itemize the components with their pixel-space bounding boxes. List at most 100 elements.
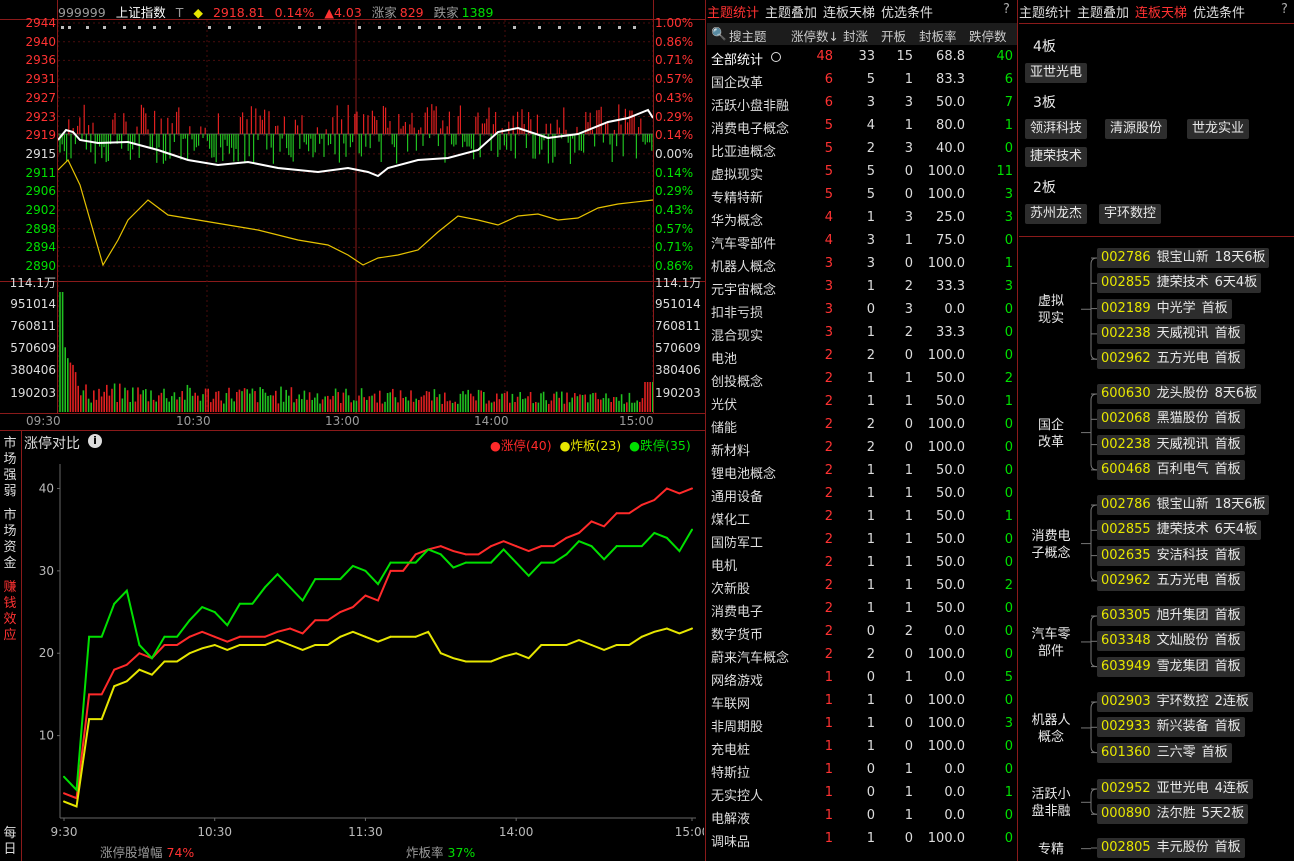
ladder-item[interactable]: 002786 银宝山新 18天6板 xyxy=(1097,495,1270,515)
ladder-stock-tag[interactable]: 世龙实业 xyxy=(1187,119,1250,139)
ladder-item[interactable]: 002903 宇环数控 2连板 xyxy=(1097,692,1253,712)
theme-row[interactable]: 消费电子概念 5 4 1 80.0 1 xyxy=(707,115,1017,138)
theme-row[interactable]: 数字货币 2 0 2 0.0 0 xyxy=(707,621,1017,644)
theme-row[interactable]: 车联网 1 1 0 100.0 0 xyxy=(707,690,1017,713)
theme-row[interactable]: 光伏 2 1 1 50.0 1 xyxy=(707,391,1017,414)
tab-theme-stats[interactable]: 主题统计 xyxy=(707,6,759,21)
ladder-stock-tag[interactable]: 宇环数控 xyxy=(1099,204,1162,224)
help-icon[interactable]: ? xyxy=(1003,2,1010,17)
ladder-item[interactable]: 002933 新兴装备 首板 xyxy=(1097,717,1245,738)
theme-row[interactable]: 通用设备 2 1 1 50.0 0 xyxy=(707,483,1017,506)
sealed-count: 1 xyxy=(866,739,875,754)
theme-row[interactable]: 扣非亏损 3 0 3 0.0 0 xyxy=(707,299,1017,322)
theme-row[interactable]: 消费电子 2 1 1 50.0 0 xyxy=(707,598,1017,621)
search-theme[interactable]: 搜主题 xyxy=(729,26,767,45)
theme-row[interactable]: 充电桩 1 1 0 100.0 0 xyxy=(707,736,1017,759)
theme-row[interactable]: 电池 2 2 0 100.0 0 xyxy=(707,345,1017,368)
theme-row[interactable]: 混合现实 3 1 2 33.3 0 xyxy=(707,322,1017,345)
col-seal-rate[interactable]: 封板率 xyxy=(919,26,957,45)
tab-preferred[interactable]: 优选条件 xyxy=(881,6,933,21)
theme-row[interactable]: 非周期股 1 1 0 100.0 3 xyxy=(707,713,1017,736)
event-marker xyxy=(123,26,126,29)
tab-theme-stats[interactable]: 主题统计 xyxy=(1019,6,1071,21)
ladder-item[interactable]: 600468 百利电气 首板 xyxy=(1097,459,1245,480)
ladder-item[interactable]: 603305 旭升集团 首板 xyxy=(1097,606,1245,626)
theme-row[interactable]: 汽车零部件 4 3 1 75.0 0 xyxy=(707,230,1017,253)
theme-row[interactable]: 储能 2 2 0 100.0 0 xyxy=(707,414,1017,437)
series-point xyxy=(63,800,65,803)
ladder-item[interactable]: 603949 雪龙集团 首板 xyxy=(1097,656,1245,677)
ladder-item[interactable]: 601360 三六零 首板 xyxy=(1097,742,1232,763)
ladder-item[interactable]: 002238 天威视讯 首板 xyxy=(1097,323,1245,344)
theme-row[interactable]: 电解液 1 0 1 0.0 0 xyxy=(707,805,1017,828)
price-tick: 2944 xyxy=(25,16,56,30)
ladder-item[interactable]: 002855 捷荣技术 6天4板 xyxy=(1097,520,1262,541)
ladder-stock-tag[interactable]: 清源股份 xyxy=(1105,119,1168,139)
theme-row[interactable]: 电机 2 1 1 50.0 0 xyxy=(707,552,1017,575)
side-tab-market-strength[interactable]: 市场强弱 xyxy=(0,436,20,500)
intraday-chart[interactable] xyxy=(58,20,653,413)
ladder-stock-tag[interactable]: 领湃科技 xyxy=(1025,119,1088,139)
help-icon[interactable]: ? xyxy=(1281,2,1288,17)
ladder-stock-tag[interactable]: 亚世光电 xyxy=(1025,63,1088,83)
side-tab-daily[interactable]: 每日 xyxy=(0,826,20,861)
sealed-count: 0 xyxy=(866,785,875,800)
ladder-item[interactable]: 002238 天威视讯 首板 xyxy=(1097,434,1245,455)
theme-row[interactable]: 调味品 1 1 0 100.0 0 xyxy=(707,828,1017,851)
limit-down-count: 7 xyxy=(1004,95,1013,110)
ladder-item[interactable]: 002635 安洁科技 首板 xyxy=(1097,545,1245,566)
col-limit-down[interactable]: 跌停数 xyxy=(969,26,1007,45)
ladder-item[interactable]: 002068 黑猫股份 首板 xyxy=(1097,409,1245,430)
tab-limit-ladder[interactable]: 连板天梯 xyxy=(1135,6,1187,21)
ladder-item[interactable]: 000890 法尔胜 5天2板 xyxy=(1097,804,1249,825)
ladder-item[interactable]: 002805 丰元股份 首板 xyxy=(1097,838,1245,858)
series-point xyxy=(163,644,166,646)
theme-row[interactable]: 无实控人 1 0 1 0.0 1 xyxy=(707,782,1017,805)
ladder-item[interactable]: 002962 五方光电 首板 xyxy=(1097,349,1245,370)
col-limit-up[interactable]: 涨停数↓ xyxy=(791,26,839,45)
ladder-stock-tag[interactable]: 捷荣技术 xyxy=(1025,147,1088,167)
ladder-item[interactable]: 603348 文灿股份 首板 xyxy=(1097,631,1245,652)
tab-limit-ladder[interactable]: 连板天梯 xyxy=(823,6,875,21)
theme-row[interactable]: 煤化工 2 1 1 50.0 1 xyxy=(707,506,1017,529)
compare-chart[interactable]: 10 20 30 40 9:30 10:30 11:30 14:00 15:00 xyxy=(22,452,704,861)
search-icon[interactable]: 🔍 xyxy=(711,26,727,42)
series-point xyxy=(691,487,693,490)
theme-row[interactable]: 特斯拉 1 0 1 0.0 0 xyxy=(707,759,1017,782)
theme-row[interactable]: 网络游戏 1 0 1 0.0 5 xyxy=(707,667,1017,690)
tab-theme-overlay[interactable]: 主题叠加 xyxy=(1077,6,1129,21)
theme-row[interactable]: 元宇宙概念 3 1 2 33.3 3 xyxy=(707,276,1017,299)
ladder-item[interactable]: 002189 中光学 首板 xyxy=(1097,298,1232,319)
ladder-item[interactable]: 600630 龙头股份 8天6板 xyxy=(1097,384,1262,404)
theme-row[interactable]: 国防军工 2 1 1 50.0 0 xyxy=(707,529,1017,552)
tab-theme-overlay[interactable]: 主题叠加 xyxy=(765,6,817,21)
theme-row[interactable]: 活跃小盘非融 6 3 3 50.0 7 xyxy=(707,92,1017,115)
theme-name: 光伏 xyxy=(711,398,738,413)
info-icon[interactable]: i xyxy=(88,434,102,448)
theme-row[interactable]: 专精特新 5 5 0 100.0 3 xyxy=(707,184,1017,207)
tab-preferred[interactable]: 优选条件 xyxy=(1193,6,1245,21)
footer-rise-value: 74% xyxy=(166,845,195,860)
col-opened[interactable]: 开板 xyxy=(881,26,906,45)
theme-row[interactable]: 蔚来汽车概念 2 2 0 100.0 0 xyxy=(707,644,1017,667)
theme-row[interactable]: 国企改革 6 5 1 83.3 6 xyxy=(707,69,1017,92)
ladder-item[interactable]: 002962 五方光电 首板 xyxy=(1097,570,1245,591)
side-tab-profit-effect[interactable]: 赚钱效应 xyxy=(0,580,20,644)
ladder-item[interactable]: 002952 亚世光电 4连板 xyxy=(1097,779,1253,799)
ladder-item[interactable]: 002855 捷荣技术 6天4板 xyxy=(1097,273,1262,294)
theme-row[interactable]: 机器人概念 3 3 0 100.0 1 xyxy=(707,253,1017,276)
theme-row[interactable]: 比亚迪概念 5 2 3 40.0 0 xyxy=(707,138,1017,161)
col-sealed[interactable]: 封涨 xyxy=(843,26,868,45)
sealed-count: 0 xyxy=(866,670,875,685)
theme-row[interactable]: 虚拟现实 5 5 0 100.0 11 xyxy=(707,161,1017,184)
refresh-icon[interactable] xyxy=(771,52,781,62)
ladder-stock-tag[interactable]: 苏州龙杰 xyxy=(1025,204,1088,224)
side-tab-market-fund[interactable]: 市场资金 xyxy=(0,508,20,572)
theme-row[interactable]: 创投概念 2 1 1 50.0 2 xyxy=(707,368,1017,391)
theme-row[interactable]: 华为概念 4 1 3 25.0 3 xyxy=(707,207,1017,230)
theme-row[interactable]: 新材料 2 2 0 100.0 0 xyxy=(707,437,1017,460)
theme-row[interactable]: 锂电池概念 2 1 1 50.0 0 xyxy=(707,460,1017,483)
theme-row[interactable]: 次新股 2 1 1 50.0 2 xyxy=(707,575,1017,598)
summary-row[interactable]: 全部统计 48 33 15 68.8 40 xyxy=(707,46,1017,69)
ladder-item[interactable]: 002786 银宝山新 18天6板 xyxy=(1097,248,1270,268)
